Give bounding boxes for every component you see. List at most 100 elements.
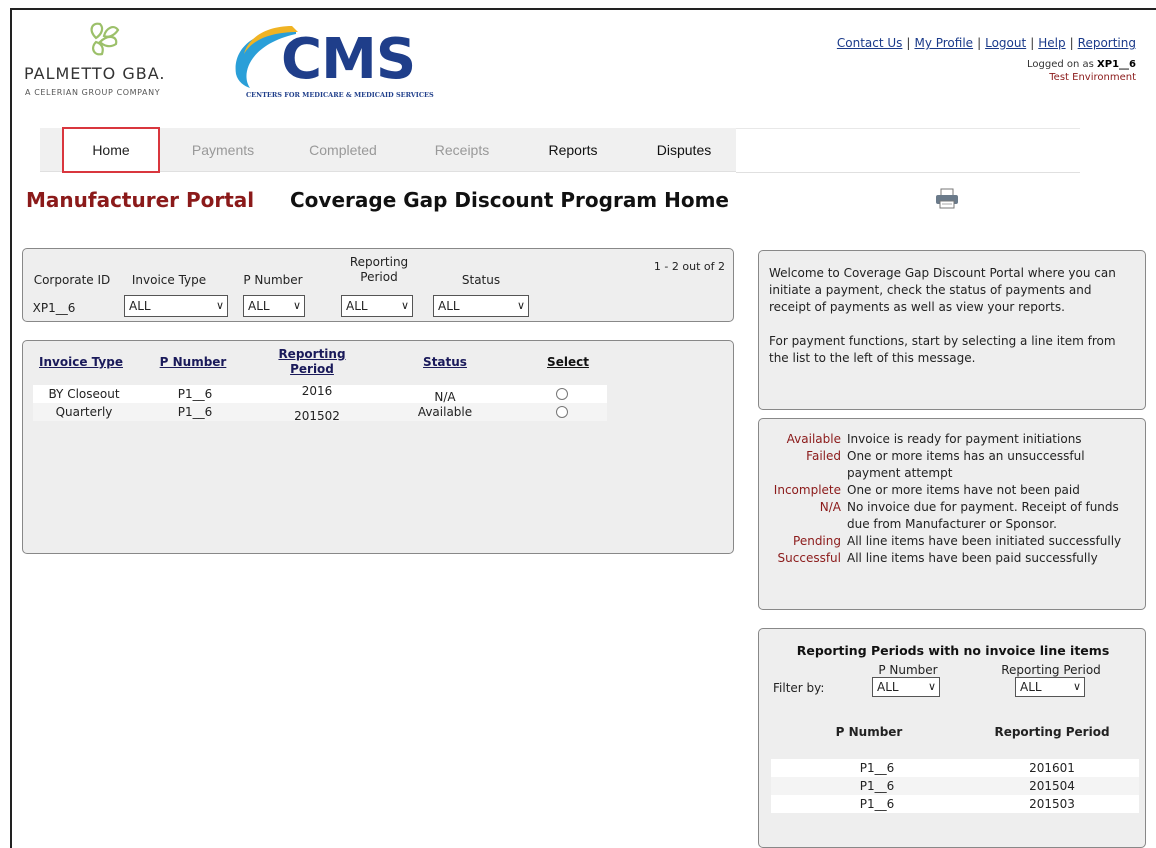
no-invoice-p-number: P1__6 xyxy=(859,797,895,811)
sort-p-number-link[interactable]: P Number xyxy=(160,355,227,369)
legend-description: No invoice due for payment. Receipt of f… xyxy=(847,500,1119,531)
sort-status-link[interactable]: Status xyxy=(423,355,467,369)
chevron-down-icon: ∨ xyxy=(400,299,409,312)
legend-description: All line items have been paid successful… xyxy=(847,551,1098,565)
status-legend: Available Invoice is ready for payment i… xyxy=(758,418,1146,610)
cms-tagline: CENTERS FOR MEDICARE & MEDICAID SERVICES xyxy=(246,91,434,99)
p-number-cell: P1__6 xyxy=(177,387,213,401)
col-p-number[interactable]: P Number xyxy=(143,355,243,370)
welcome-panel: Welcome to Coverage Gap Discount Portal … xyxy=(758,250,1146,410)
col-status[interactable]: Status xyxy=(405,355,485,370)
corporate-id-label: Corporate ID xyxy=(33,273,111,287)
cms-wordmark: CMS xyxy=(281,27,416,92)
invoice-filter-panel: Corporate ID XP1__6 Invoice Type ALL ∨ P… xyxy=(22,248,734,322)
p-number-select[interactable]: ALL ∨ xyxy=(243,295,305,317)
logged-on-label: Logged on as xyxy=(1026,59,1098,70)
logout-link[interactable]: Logout xyxy=(985,36,1026,50)
my-profile-link[interactable]: My Profile xyxy=(914,36,973,50)
legend-term: N/A xyxy=(819,500,841,514)
sort-reporting-period-link[interactable]: Reporting Period xyxy=(278,347,345,376)
tab-payments[interactable]: Payments xyxy=(170,128,276,172)
reporting-period-header-line-2: Period xyxy=(290,362,334,376)
reporting-period-select[interactable]: ALL ∨ xyxy=(341,295,413,317)
invoice-type-select-value: ALL xyxy=(129,299,151,313)
list-item: P1__6 201601 xyxy=(771,759,1139,777)
row-select-radio[interactable] xyxy=(556,406,568,418)
portal-title: Manufacturer Portal xyxy=(26,188,255,212)
reporting-period-header-line-1: Reporting xyxy=(278,347,346,361)
legend-term: Available xyxy=(786,432,841,446)
tab-reports[interactable]: Reports xyxy=(524,128,622,172)
invoice-table: Invoice Type P Number Reporting Period St… xyxy=(22,340,734,554)
no-invoice-p-number-value: ALL xyxy=(877,680,899,694)
invoice-type-label: Invoice Type xyxy=(131,273,207,287)
reporting-period-select-value: ALL xyxy=(346,299,368,313)
legend-term: Incomplete xyxy=(773,483,841,497)
legend-row-pending: Pending All line items have been initiat… xyxy=(759,533,1145,550)
list-item: P1__6 201503 xyxy=(771,795,1139,813)
welcome-message: Welcome to Coverage Gap Discount Portal … xyxy=(769,266,1116,314)
help-link[interactable]: Help xyxy=(1038,36,1065,50)
legend-row-failed: Failed One or more items has an unsucces… xyxy=(759,448,1145,482)
nav-divider-top xyxy=(736,128,1080,129)
environment-label: Test Environment xyxy=(1049,72,1136,83)
session-info: Logged on as XP1__6 Test Environment xyxy=(1027,58,1136,84)
invoice-type-cell: Quarterly xyxy=(55,405,113,419)
palmetto-gba-name: PALMETTO GBA. xyxy=(24,64,166,83)
col-invoice-type[interactable]: Invoice Type xyxy=(31,355,131,370)
legend-row-available: Available Invoice is ready for payment i… xyxy=(759,431,1145,448)
tab-disputes[interactable]: Disputes xyxy=(634,128,734,172)
no-invoice-p-number-select[interactable]: ALL ∨ xyxy=(872,677,940,697)
main-nav: Home Payments Completed Receipts Reports… xyxy=(40,127,736,173)
chevron-down-icon: ∨ xyxy=(292,299,301,312)
reporting-period-cell: 201502 xyxy=(294,409,340,423)
legend-description: One or more items have not been paid xyxy=(847,483,1080,497)
col-reporting-period[interactable]: Reporting Period xyxy=(267,347,357,377)
p-number-cell: P1__6 xyxy=(177,405,213,419)
reporting-link[interactable]: Reporting xyxy=(1078,36,1136,50)
legend-description: One or more items has an unsuccessful pa… xyxy=(847,449,1085,480)
invoice-type-cell: BY Closeout xyxy=(48,387,120,401)
filter-by-label: Filter by: xyxy=(773,681,825,695)
list-item: P1__6 201504 xyxy=(771,777,1139,795)
reporting-period-label-line-2: Period xyxy=(360,270,398,284)
corporate-id-value: XP1__6 xyxy=(32,301,76,315)
page-title: Coverage Gap Discount Program Home xyxy=(290,188,729,212)
reporting-period-cell: 2016 xyxy=(301,384,333,398)
legend-description: All line items have been initiated succe… xyxy=(847,534,1122,548)
p-number-select-value: ALL xyxy=(248,299,270,313)
link-separator: | xyxy=(906,36,911,50)
tab-receipts[interactable]: Receipts xyxy=(410,128,514,172)
link-separator: | xyxy=(1030,36,1035,50)
invoice-type-select[interactable]: ALL ∨ xyxy=(124,295,228,317)
no-invoice-p-number-label: P Number xyxy=(878,663,938,677)
no-invoice-periods-panel: Reporting Periods with no invoice line i… xyxy=(758,628,1146,848)
status-label: Status xyxy=(461,273,501,287)
no-invoice-reporting-period: 201504 xyxy=(1029,779,1075,793)
logged-on-line: Logged on as XP1__6 xyxy=(1027,58,1136,71)
legend-row-incomplete: Incomplete One or more items have not be… xyxy=(759,482,1145,499)
table-row[interactable]: Quarterly P1__6 201502 Available xyxy=(33,403,607,423)
top-links: Contact Us | My Profile | Logout | Help | Report… xyxy=(837,36,1136,50)
sort-invoice-type-link[interactable]: Invoice Type xyxy=(39,355,123,369)
no-invoice-reporting-period: 201601 xyxy=(1029,761,1075,775)
no-invoice-reporting-period: 201503 xyxy=(1029,797,1075,811)
no-invoice-p-number: P1__6 xyxy=(859,761,895,775)
reporting-period-label-line-1: Reporting xyxy=(349,255,409,269)
contact-us-link[interactable]: Contact Us xyxy=(837,36,903,50)
no-invoice-reporting-period-select[interactable]: ALL ∨ xyxy=(1015,677,1085,697)
cms-logo: CMS CENTERS FOR MEDICARE & MEDICAID SERV… xyxy=(226,24,436,114)
tab-completed[interactable]: Completed xyxy=(290,128,396,172)
legend-description: Invoice is ready for payment initiations xyxy=(847,432,1082,446)
palmetto-gba-tagline: A CELERIAN GROUP COMPANY xyxy=(25,88,161,97)
table-row[interactable]: BY Closeout P1__6 2016 N/A xyxy=(33,384,607,404)
status-select[interactable]: ALL ∨ xyxy=(433,295,529,317)
row-select-radio[interactable] xyxy=(556,388,568,400)
result-count: 1 - 2 out of 2 xyxy=(653,260,725,273)
status-select-value: ALL xyxy=(438,299,460,313)
link-separator: | xyxy=(1069,36,1074,50)
legend-row-successful: Successful All line items have been paid… xyxy=(759,550,1145,567)
tab-home[interactable]: Home xyxy=(62,127,160,173)
palmetto-leaf-logo-icon xyxy=(90,22,120,56)
printer-icon[interactable] xyxy=(934,188,960,210)
